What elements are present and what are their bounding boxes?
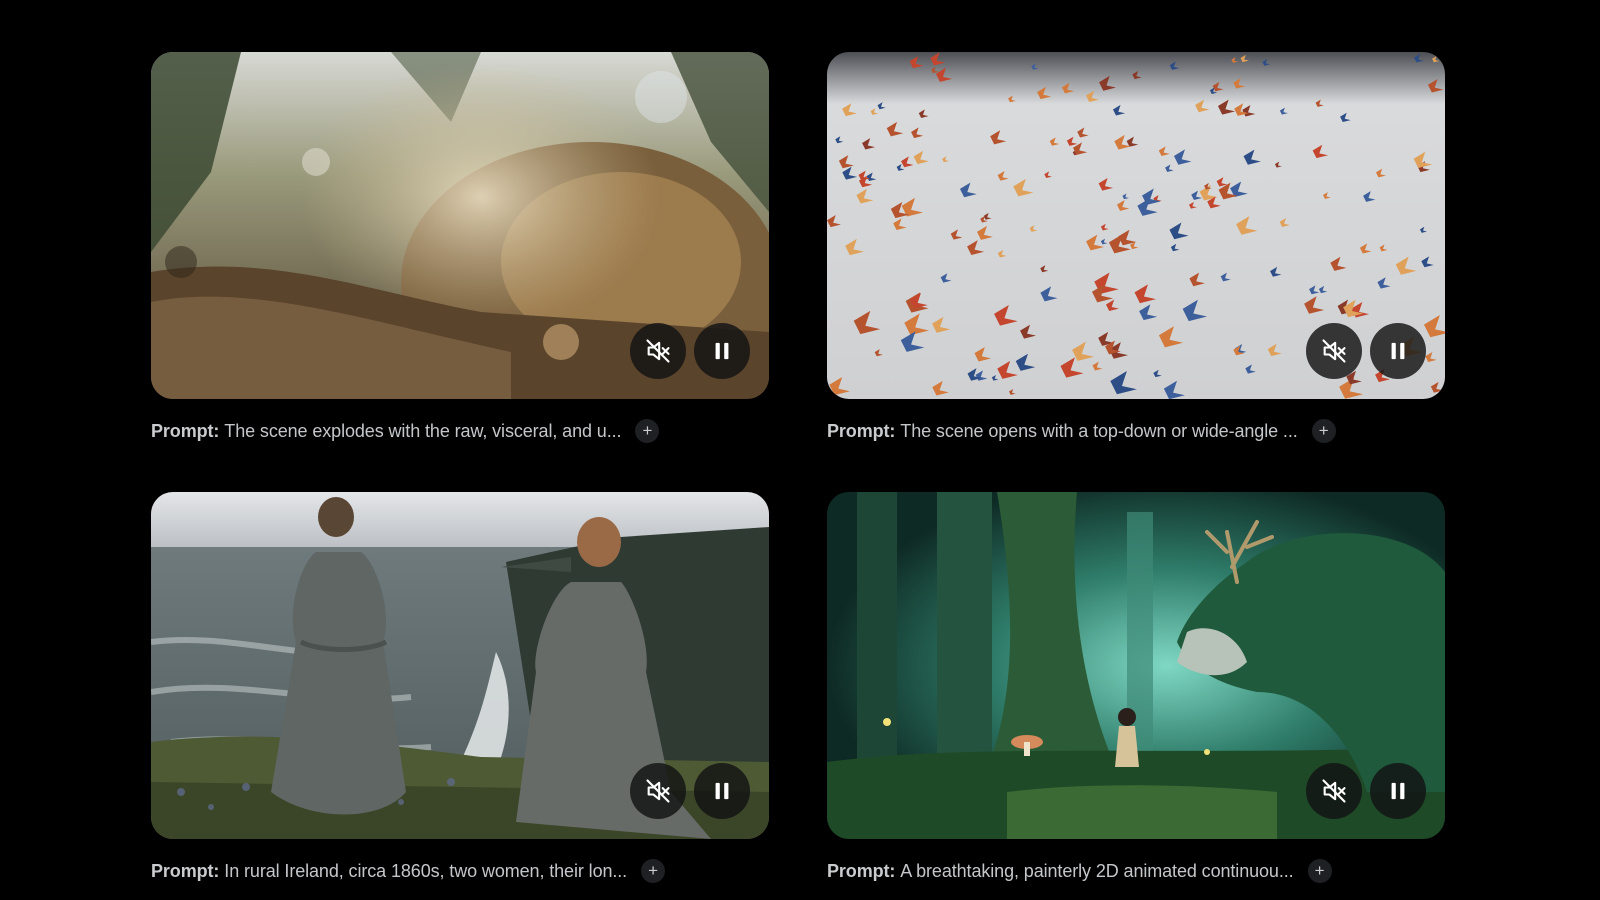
pause-icon: [715, 342, 729, 360]
video-player[interactable]: [827, 492, 1445, 839]
prompt-label: Prompt:: [151, 860, 220, 881]
pause-icon: [1391, 782, 1405, 800]
prompt-text: A breathtaking, painterly 2D animated co…: [900, 860, 1294, 881]
prompt-caption: Prompt: A breathtaking, painterly 2D ani…: [827, 858, 1332, 884]
volume-off-icon: [1322, 339, 1346, 363]
mute-button[interactable]: [1306, 763, 1362, 819]
expand-prompt-button[interactable]: +: [641, 859, 666, 883]
pause-button[interactable]: [1370, 763, 1426, 819]
prompt-caption: Prompt: The scene explodes with the raw,…: [151, 418, 660, 444]
prompt-label: Prompt:: [151, 420, 220, 441]
prompt-label: Prompt:: [827, 420, 896, 441]
pause-button[interactable]: [694, 763, 750, 819]
video-card: Prompt: In rural Ireland, circa 1860s, t…: [151, 492, 769, 883]
prompt-caption: Prompt: The scene opens with a top-down …: [827, 418, 1336, 444]
volume-off-icon: [646, 779, 670, 803]
volume-off-icon: [1322, 779, 1346, 803]
expand-prompt-button[interactable]: +: [1307, 859, 1332, 883]
prompt-caption: Prompt: In rural Ireland, circa 1860s, t…: [151, 858, 666, 884]
prompt-text: The scene explodes with the raw, viscera…: [224, 420, 622, 441]
volume-off-icon: [646, 339, 670, 363]
prompt-text: In rural Ireland, circa 1860s, two women…: [224, 860, 628, 881]
mute-button[interactable]: [630, 763, 686, 819]
video-player[interactable]: [827, 52, 1445, 399]
pause-button[interactable]: [1370, 323, 1426, 379]
prompt-text: The scene opens with a top-down or wide-…: [900, 420, 1298, 441]
video-card: Prompt: A breathtaking, painterly 2D ani…: [827, 492, 1445, 883]
video-card: Prompt: The scene opens with a top-down …: [827, 52, 1445, 443]
mute-button[interactable]: [1306, 323, 1362, 379]
video-card: Prompt: The scene explodes with the raw,…: [151, 52, 769, 443]
pause-button[interactable]: [694, 323, 750, 379]
video-gallery: Prompt: The scene explodes with the raw,…: [0, 0, 1600, 900]
prompt-label: Prompt:: [827, 860, 896, 881]
mute-button[interactable]: [630, 323, 686, 379]
expand-prompt-button[interactable]: +: [635, 419, 660, 443]
expand-prompt-button[interactable]: +: [1311, 419, 1336, 443]
video-player[interactable]: [151, 52, 769, 399]
pause-icon: [715, 782, 729, 800]
video-player[interactable]: [151, 492, 769, 839]
pause-icon: [1391, 342, 1405, 360]
